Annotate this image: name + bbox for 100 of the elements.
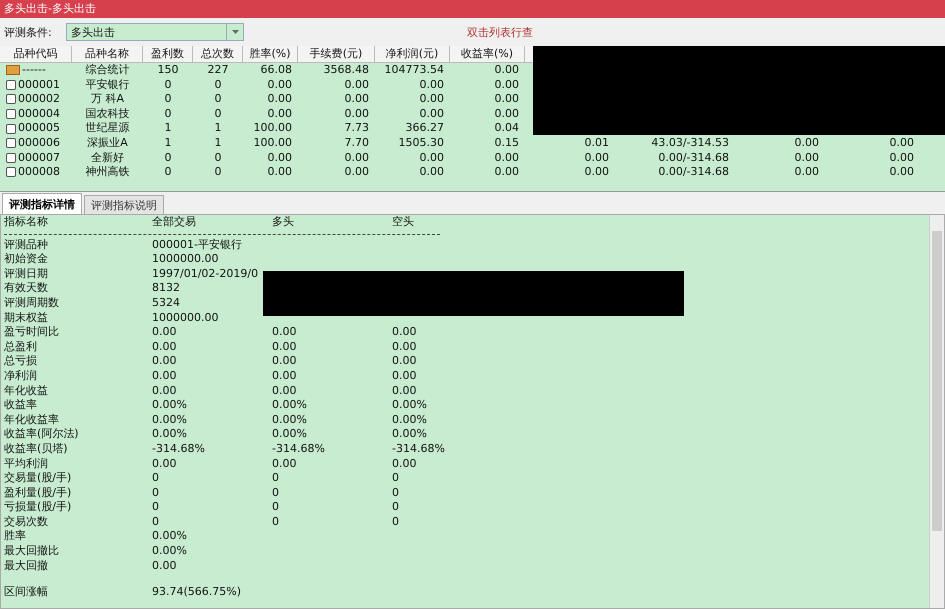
metric-value: 0	[272, 514, 280, 530]
metric-value: 5324	[152, 296, 181, 311]
table-cell: 000005	[18, 121, 60, 136]
table-cell-text: 0.00/-314.68	[657, 165, 730, 180]
table-cell-text: 0.00	[418, 78, 445, 92]
metric-label: 总盈利	[4, 340, 38, 354]
table-cell-text: 0.00	[344, 165, 370, 180]
metric-value: 0.00%	[152, 529, 188, 544]
table-cell-text: 0	[214, 106, 222, 122]
table-cell-text: 深振业A	[86, 136, 129, 151]
tab[interactable]: 评测指标详情	[2, 193, 82, 214]
metric-value: 0.00	[272, 325, 298, 340]
column-header: 全部交易	[152, 215, 197, 230]
table-cell-text: 0	[164, 92, 172, 107]
metric-label: 评测周期数	[4, 296, 60, 311]
metric-value: 0.00%	[272, 398, 308, 413]
metric-value: 0.00%	[272, 412, 308, 428]
metric-value: 000001-平安银行	[152, 238, 243, 252]
table-cell: 000006	[18, 136, 60, 151]
column-header[interactable]: 总次数	[193, 46, 243, 62]
checkbox-icon[interactable]	[6, 109, 16, 120]
checkbox-icon[interactable]	[6, 152, 16, 163]
table-cell-text: 1	[164, 136, 172, 151]
metric-label: 评测日期	[4, 266, 49, 282]
metric-value: 0	[392, 514, 400, 530]
column-header[interactable]: 盈利数	[143, 46, 193, 62]
metric-value: 0	[272, 471, 280, 486]
table-cell-text: 0.00	[494, 106, 520, 122]
table-cell-text: 0.00	[344, 106, 370, 122]
metric-value: 0.00	[272, 456, 298, 472]
metric-value: 0.00	[392, 325, 418, 340]
condition-label: 评测条件:	[4, 24, 53, 40]
metric-label: 交易次数	[4, 514, 49, 530]
metric-value: 0.00	[152, 340, 178, 354]
column-header[interactable]: 胜率(%)	[243, 46, 298, 62]
table-cell-text: 0.00	[494, 92, 520, 107]
column-header[interactable]: 手续费(元)	[298, 46, 375, 62]
table-cell-text: 0.00	[418, 165, 445, 180]
table-cell-text: 世纪星源	[84, 121, 130, 136]
table-cell-text: 1	[164, 121, 172, 136]
metric-label: 交易量(股/手)	[4, 471, 72, 486]
metric-value: 0.00%	[152, 398, 188, 413]
metric-value: 0.00%	[392, 427, 428, 442]
column-header[interactable]: 品种代码	[0, 46, 72, 62]
metric-value: -314.68%	[392, 442, 446, 456]
table-cell-text: 0.00	[584, 165, 610, 180]
metric-value: 0.00	[392, 384, 418, 398]
condition-dropdown[interactable]: 多头出击	[66, 23, 244, 41]
metric-label: 评测品种	[4, 238, 49, 252]
checkbox-icon[interactable]	[6, 94, 16, 104]
metric-value: 1997/01/02-2019/0	[152, 266, 260, 282]
table-cell-text: 0.00	[888, 150, 915, 166]
table-cell-text: 66.08	[260, 63, 293, 78]
table-cell-text: 0.00	[418, 92, 445, 107]
table-cell-text: 0	[164, 78, 172, 92]
metric-label: 最大回撤比	[4, 544, 60, 559]
table-cell-text: 1	[214, 121, 222, 136]
metric-label: 胜率	[4, 529, 27, 544]
metric-value: 0.00%	[152, 544, 188, 559]
table-cell-text: 0	[214, 165, 222, 180]
column-header[interactable]: 品种名称	[72, 46, 143, 62]
metric-label: 区间涨幅	[4, 585, 49, 600]
table-cell-text: 0.00	[418, 150, 445, 166]
metric-value: 0.00	[392, 456, 418, 472]
table-cell-text: 0.00	[888, 136, 915, 151]
column-header: 空头	[392, 215, 415, 230]
checkbox-icon[interactable]	[6, 124, 16, 134]
column-header[interactable]: 净利润(元)	[375, 46, 450, 62]
table-cell-text: 3568.48	[322, 63, 370, 78]
table-cell: 000001	[18, 78, 60, 92]
table-cell-text: 0.00	[344, 92, 370, 107]
metric-value: 0	[272, 486, 280, 500]
metric-value: 0.00%	[392, 412, 428, 428]
table-cell-text: 0.00	[888, 165, 915, 180]
tab[interactable]: 评测指标说明	[84, 195, 164, 214]
table-cell-text: 0.00	[266, 106, 293, 122]
table-cell-text: 0.00	[266, 165, 293, 180]
scrollbar[interactable]	[929, 215, 944, 608]
metric-label: 年化收益率	[4, 412, 60, 428]
table-cell-text: 0.00	[794, 165, 820, 180]
checkbox-icon[interactable]	[6, 80, 16, 90]
table-cell-text: 0.00	[266, 150, 293, 166]
metric-value: 0.00	[152, 558, 178, 574]
metric-value: 0.00	[152, 354, 178, 369]
metric-value: 1000000.00	[152, 252, 220, 267]
table-cell-text: 0.00	[266, 78, 293, 92]
metric-value: 0.00%	[392, 398, 428, 413]
table-cell-text: 0	[164, 165, 172, 180]
checkbox-icon[interactable]	[6, 167, 16, 178]
table-cell-text: 0.00/-314.68	[657, 150, 730, 166]
metric-value: 0.00	[272, 340, 298, 354]
table-cell: ------	[22, 63, 46, 78]
table-cell: 000008	[18, 165, 60, 180]
metric-value: 0.00	[272, 384, 298, 398]
table-cell-text: 0	[214, 78, 222, 92]
column-header[interactable]: 收益率(%)	[450, 46, 525, 62]
table-cell-text: 0.00	[794, 150, 820, 166]
table-cell-text: 国农科技	[84, 106, 130, 122]
checkbox-icon[interactable]	[6, 138, 16, 148]
table-cell-text: 0	[164, 106, 172, 122]
